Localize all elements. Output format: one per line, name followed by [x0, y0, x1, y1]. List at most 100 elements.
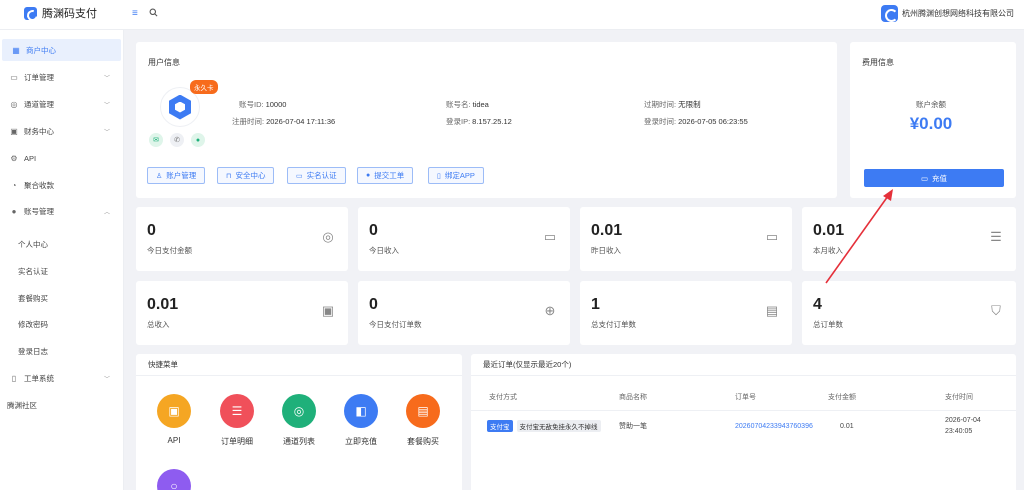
chevron-down-icon: ﹀	[103, 102, 110, 109]
fee-info-title: 费用信息	[862, 58, 894, 67]
account-name-label: 账号名:	[446, 100, 471, 109]
quick-label: 订单明细	[221, 437, 253, 446]
table-row[interactable]: 支付宝 支付宝无敌免挂永久不掉线 赞助一笔 2026070423394376039…	[471, 411, 1016, 442]
sidebar-item-label: 通道管理	[24, 99, 54, 109]
mail-icon[interactable]: ✉	[149, 133, 163, 147]
user-icon: ○	[157, 469, 191, 490]
login-time-label: 登录时间:	[644, 117, 677, 126]
quick-label: 套餐购买	[407, 437, 439, 446]
column-header: 商品名称	[619, 384, 735, 411]
time-cell: 2026-07-04 23:40:05	[945, 411, 1016, 442]
button-label: 充值	[932, 173, 948, 183]
account-id-value: 10000	[265, 100, 287, 109]
sidebar-item-label: 工单系统	[24, 373, 54, 383]
orders-table: 支付方式 商品名称 订单号 支付金额 支付时间 支付宝 支付宝无敌免挂永久不掉线 …	[471, 384, 1016, 441]
recent-orders-title: 最近订单(仅显示最近20个)	[471, 354, 1016, 376]
column-header: 支付金额	[828, 384, 945, 411]
real-name-verify-button[interactable]: ▭ 实名认证	[287, 167, 346, 184]
stat-card-total-income: 0.01 总收入 ▣	[136, 281, 348, 345]
sidebar-subitem-profile[interactable]: 个人中心	[0, 234, 124, 254]
submit-ticket-button[interactable]: ● 提交工单	[357, 167, 414, 184]
chevron-down-icon: ﹀	[103, 376, 110, 383]
sidebar-subitem-label: 套餐购买	[18, 293, 48, 303]
top-bar: 腾渊码支付 ≡ 杭州腾渊创想网络科技有限公司	[0, 0, 1024, 30]
sidebar-subitem-login-log[interactable]: 登录日志	[0, 341, 124, 361]
account-manage-button[interactable]: ♙ 账户管理	[147, 167, 206, 184]
sidebar-item-label: 财务中心	[24, 126, 54, 136]
logo-icon	[24, 6, 37, 20]
order-no-cell: 20260704233943760396	[735, 411, 828, 442]
sidebar-item-label: API	[24, 153, 37, 163]
login-ip-value: 8.157.25.12	[472, 117, 512, 126]
sidebar-item-finance[interactable]: ▣ 财务中心 ﹀	[0, 120, 124, 142]
quick-label: API	[167, 436, 181, 445]
stat-label: 今日支付金额	[147, 246, 192, 255]
stat-label: 总支付订单数	[591, 320, 636, 329]
account-id-row: 账号ID: 10000	[239, 99, 286, 110]
stat-card-today-pay-amount: 0 今日支付金额 ◎	[136, 207, 348, 271]
sidebar-subitem-package[interactable]: 套餐购买	[0, 288, 124, 308]
menu-icon[interactable]: ≡	[132, 8, 138, 19]
recharge-button[interactable]: ▭ 充值	[864, 169, 1004, 187]
stat-value: 0	[147, 222, 156, 239]
company-logo-icon	[881, 5, 898, 22]
column-header: 支付方式	[471, 384, 619, 411]
sidebar-item-tickets[interactable]: ▯ 工单系统 ﹀	[0, 367, 124, 389]
sidebar-item-community[interactable]: 腾渊社区	[0, 394, 124, 416]
order-icon: ▭	[10, 72, 18, 82]
sidebar-item-account[interactable]: ● 账号管理 ︿	[0, 200, 124, 222]
search-icon[interactable]	[149, 8, 158, 20]
user-icon: ●	[11, 206, 17, 216]
card-icon: ▤	[765, 303, 779, 318]
sidebar-item-aggregate[interactable]: ◔ 聚合收款	[0, 174, 124, 196]
finance-icon: ▣	[10, 126, 18, 136]
user-info-title: 用户信息	[148, 58, 180, 67]
plan-badge: 永久卡	[190, 80, 218, 94]
user-icon: ♙	[156, 172, 163, 180]
sidebar-subitem-label: 修改密码	[18, 319, 48, 329]
fee-info-card: 费用信息 账户余额 ¥0.00 ▭ 充值	[850, 42, 1016, 198]
bind-app-button[interactable]: ▯ 绑定APP	[428, 167, 484, 184]
phone-icon[interactable]: ✆	[170, 133, 184, 147]
quick-recharge-button[interactable]: ◧ 立即充值	[336, 394, 386, 447]
money-icon: ▣	[321, 303, 335, 318]
sidebar-item-orders[interactable]: ▭ 订单管理 ﹀	[0, 66, 124, 88]
column-header: 支付时间	[945, 384, 1016, 411]
expire-label: 过期时间:	[644, 100, 677, 109]
quick-menu-card: 快捷菜单 ▣ API ☰ 订单明细 ◎ 通道列表 ◧ 立即充值 ▤ 套餐购买 ○	[136, 354, 462, 490]
register-time-value: 2026-07-04 17:11:36	[266, 117, 336, 126]
button-label: 提交工单	[374, 171, 405, 180]
quick-menu-title: 快捷菜单	[136, 354, 462, 376]
security-center-button[interactable]: ⊓ 安全中心	[217, 167, 275, 184]
app-logo[interactable]: 腾渊码支付	[24, 5, 97, 21]
order-no-link[interactable]: 20260704233943760396	[735, 423, 813, 430]
quick-order-detail-button[interactable]: ☰ 订单明细	[212, 394, 262, 447]
company-menu[interactable]: 杭州腾渊创想网络科技有限公司	[881, 5, 1014, 22]
sidebar-item-channels[interactable]: ◎ 通道管理 ﹀	[0, 93, 124, 115]
chip-icon: ▣	[157, 394, 191, 428]
stat-card-total-pay-orders: 1 总支付订单数 ▤	[580, 281, 792, 345]
channel-icon: ◎	[10, 99, 18, 109]
quick-api-button[interactable]: ▣ API	[149, 394, 199, 445]
sidebar-subitem-label: 实名认证	[18, 266, 48, 276]
login-time-value: 2026-07-05 06:23:55	[678, 117, 748, 126]
chevron-up-icon: ︿	[103, 209, 110, 216]
mobile-icon: ▯	[437, 172, 441, 180]
quick-channel-list-button[interactable]: ◎ 通道列表	[274, 394, 324, 447]
quick-extra-button[interactable]: ○	[149, 469, 199, 490]
sidebar-item-merchant-center[interactable]: ▦ 商户中心	[2, 39, 121, 61]
chevron-down-icon: ﹀	[103, 75, 110, 82]
target-icon: ⊕	[544, 303, 556, 318]
recent-orders-card: 最近订单(仅显示最近20个) 支付方式 商品名称 订单号 支付金额 支付时间 支…	[471, 354, 1016, 490]
person-icon[interactable]: ●	[191, 133, 205, 147]
sidebar-item-api[interactable]: ⚙ API	[0, 147, 124, 169]
quick-label: 通道列表	[283, 437, 315, 446]
stat-card-today-pay-orders: 0 今日支付订单数 ⊕	[358, 281, 570, 345]
balance-amount: ¥0.00	[909, 114, 953, 133]
quick-package-button[interactable]: ▤ 套餐购买	[398, 394, 448, 447]
expire-row: 过期时间: 无限制	[644, 99, 701, 110]
stat-card-month-income: 0.01 本月收入 ☰	[802, 207, 1016, 271]
pay-date: 2026-07-04	[945, 417, 981, 424]
sidebar-subitem-password[interactable]: 修改密码	[0, 314, 124, 334]
sidebar-subitem-verification[interactable]: 实名认证	[0, 261, 124, 281]
